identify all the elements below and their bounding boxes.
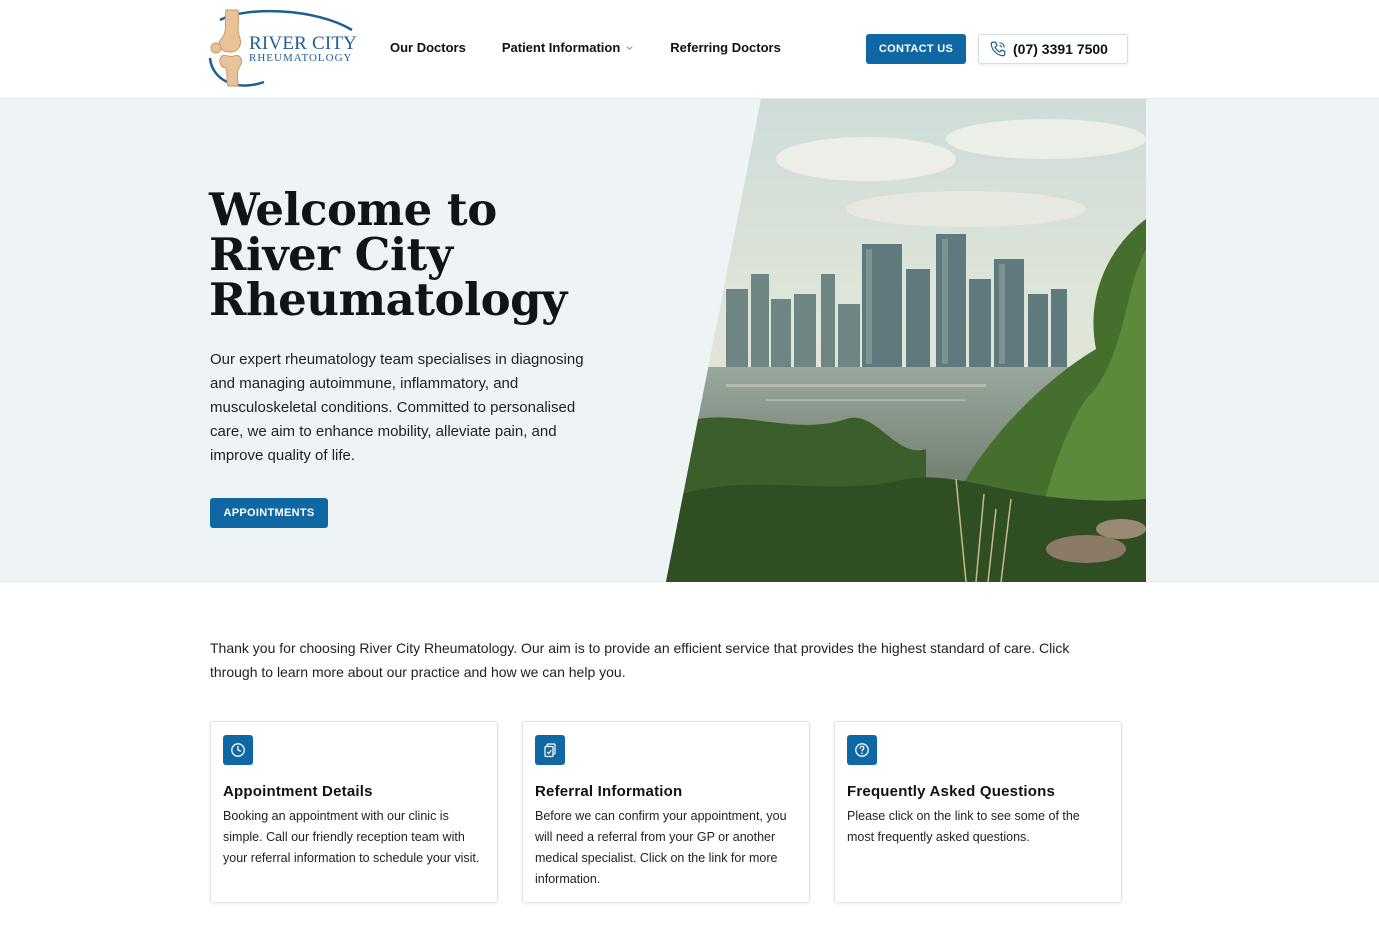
hero-title-line: Rheumatology [209, 273, 567, 326]
nav-our-doctors[interactable]: Our Doctors [390, 40, 466, 55]
card-title: Frequently Asked Questions [847, 783, 1056, 800]
hero-title: Welcome to River City Rheumatology [209, 187, 649, 322]
logo-name-line2: RHEUMATOLOGY [249, 52, 353, 64]
card-text: Before we can confirm your appointment, … [535, 809, 787, 886]
site-header: RIVER CITY RHEUMATOLOGY Our Doctors Pati… [0, 0, 1379, 99]
main-nav: Our Doctors Patient Information Referrin… [390, 40, 781, 55]
intro-text: Thank you for choosing River City Rheuma… [210, 640, 1070, 680]
nav-our-doctors-label: Our Doctors [390, 40, 466, 55]
card-icon-box [223, 735, 253, 765]
card-icon-box [535, 735, 565, 765]
question-circle-icon [855, 743, 869, 757]
city-skyline-photo [666, 99, 1146, 582]
card-referral-information[interactable]: Referral Information Before we can confi… [522, 721, 810, 903]
nav-referring-doctors-label: Referring Doctors [670, 40, 781, 55]
card-text: Booking an appointment with our clinic i… [223, 809, 480, 865]
nav-patient-information[interactable]: Patient Information [502, 40, 634, 55]
contact-us-button[interactable]: CONTACT US [866, 34, 966, 64]
site-logo[interactable]: RIVER CITY RHEUMATOLOGY [206, 8, 357, 88]
nav-patient-information-label: Patient Information [501, 40, 621, 55]
card-faq[interactable]: Frequently Asked Questions Please click … [834, 721, 1122, 903]
card-title: Appointment Details [223, 783, 373, 800]
card-appointment-details[interactable]: Appointment Details Booking an appointme… [210, 721, 498, 903]
nav-referring-doctors[interactable]: Referring Doctors [670, 40, 781, 55]
clock-icon [231, 743, 245, 757]
hero-title-line: River City [209, 228, 453, 281]
hero-title-line: Welcome to [209, 183, 497, 236]
phone-button[interactable]: (07) 3391 7500 [978, 34, 1128, 64]
phone-number: (07) 3391 7500 [1013, 41, 1108, 57]
card-icon-box [847, 735, 877, 765]
appointments-button[interactable]: APPOINTMENTS [210, 498, 328, 528]
hero-description: Our expert rheumatology team specialises… [210, 351, 584, 464]
clipboard-copy-icon [544, 743, 556, 758]
chevron-down-icon [626, 46, 633, 51]
hero-section: Welcome to River City Rheumatology Our e… [0, 99, 1379, 582]
card-text: Please click on the link to see some of … [847, 809, 1080, 844]
phone-icon [990, 41, 1006, 57]
card-title: Referral Information [535, 783, 683, 800]
